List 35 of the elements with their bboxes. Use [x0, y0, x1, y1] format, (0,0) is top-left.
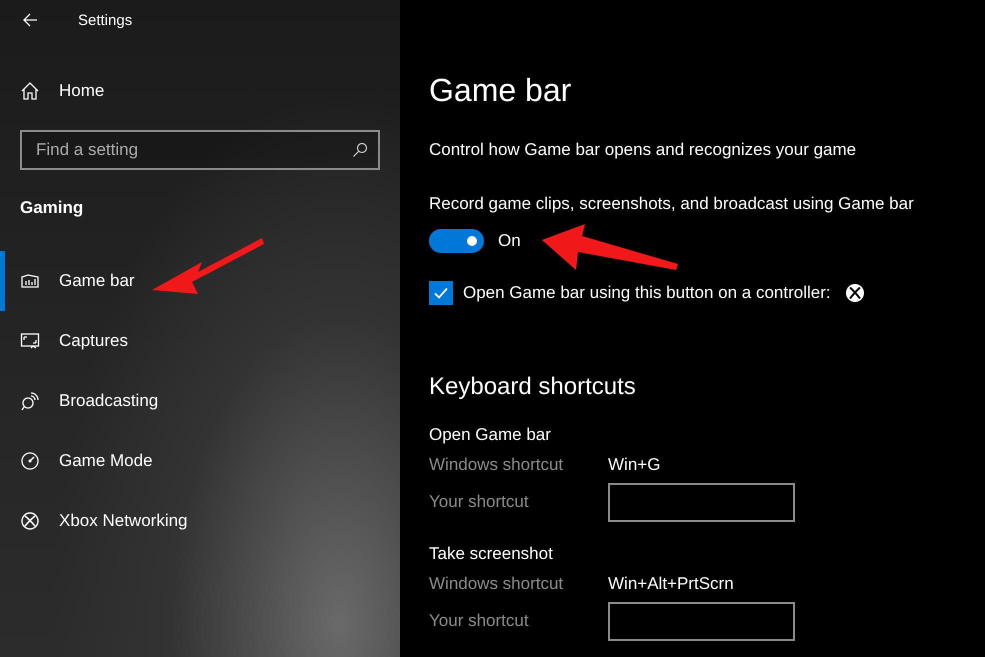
toggle-switch[interactable] [429, 229, 484, 253]
shortcut-field[interactable] [608, 482, 795, 522]
shortcut-name: Open Game bar [429, 425, 552, 445]
shortcut-label: Windows shortcut [429, 574, 564, 594]
shortcut-value: Win+G [608, 455, 662, 475]
toggle-label: Record game clips, screenshots, and broadcast using Game bar [429, 194, 915, 214]
xbox-icon [20, 511, 40, 531]
sidebar-item[interactable]: Broadcasting [0, 371, 400, 431]
home-icon [20, 81, 40, 101]
checkbox[interactable] [429, 281, 453, 305]
section-heading: Gaming [19, 197, 84, 219]
section-heading: Keyboard shortcuts [429, 372, 637, 402]
sidebar-item[interactable]: Captures [0, 311, 400, 371]
home-link[interactable]: Home [0, 71, 400, 111]
broadcast-icon [20, 391, 40, 411]
gauge-icon [20, 451, 40, 471]
checkbox-label: Open Game bar using this button on a controller: [463, 283, 831, 303]
window-title: Settings [78, 12, 132, 28]
shortcut-label: Your shortcut [429, 492, 530, 512]
shortcut-name: Take screenshot [429, 544, 554, 564]
check-icon [433, 285, 449, 301]
shortcut-value: Win+Alt+PrtScrn [608, 574, 735, 594]
captures-icon [20, 331, 40, 351]
sidebar-item[interactable]: Game Mode [0, 431, 400, 491]
back-icon[interactable] [22, 12, 38, 28]
xbox-icon [844, 283, 865, 303]
shortcut-label: Windows shortcut [429, 455, 564, 475]
sidebar-item[interactable]: Xbox Networking [0, 491, 400, 551]
page-title: Game bar [429, 71, 572, 110]
search-icon [352, 142, 368, 158]
shortcut-label: Your shortcut [429, 611, 530, 631]
shortcut-field[interactable] [608, 602, 795, 640]
description: Control how Game bar opens and recognizes your game [429, 140, 858, 160]
toggle-state: On [498, 231, 521, 251]
search-field[interactable]: Find a setting [20, 130, 380, 170]
